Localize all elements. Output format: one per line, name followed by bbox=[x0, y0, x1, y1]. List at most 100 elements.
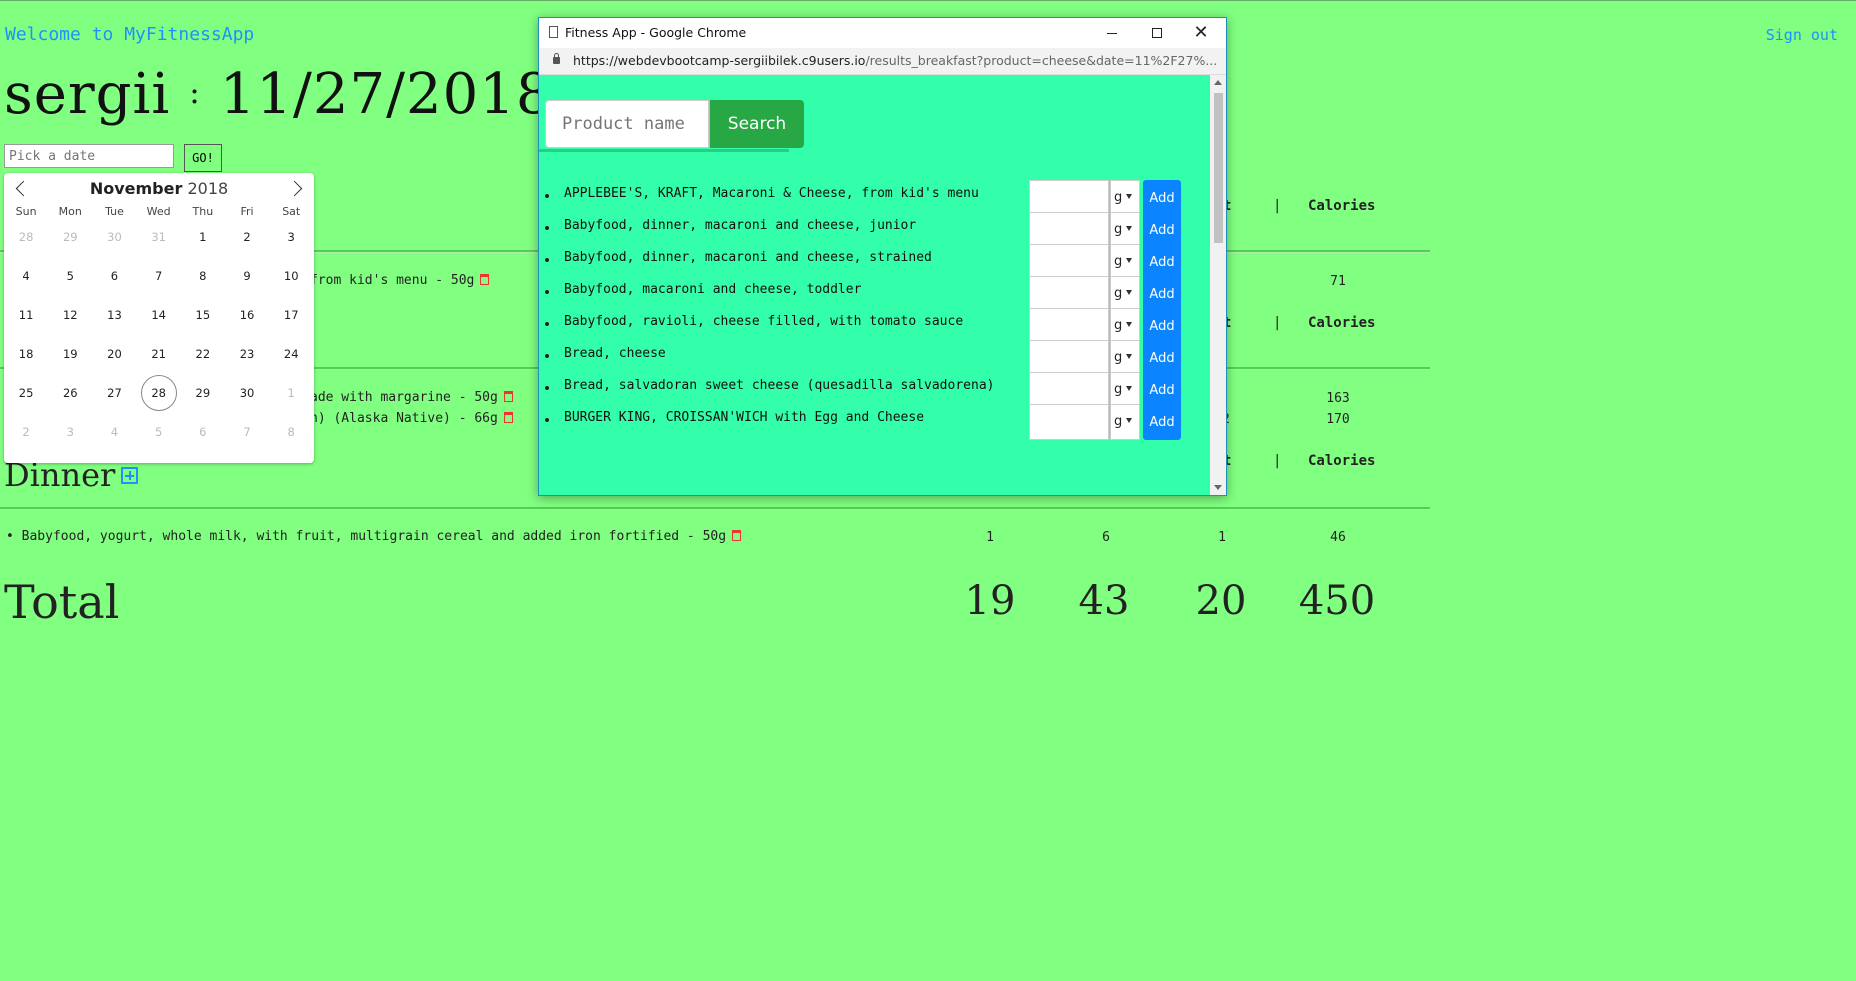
unit-select[interactable]: g bbox=[1110, 404, 1140, 440]
trash-icon[interactable] bbox=[503, 412, 513, 423]
calendar-day[interactable]: 19 bbox=[48, 335, 92, 374]
add-button[interactable]: Add bbox=[1143, 212, 1181, 248]
unit-label: g bbox=[1114, 254, 1123, 269]
unit-select[interactable]: g bbox=[1110, 372, 1140, 408]
go-button[interactable]: GO! bbox=[184, 144, 222, 172]
calendar-day[interactable]: 2 bbox=[225, 218, 269, 257]
calendar-day[interactable]: 29 bbox=[181, 374, 225, 413]
scrollbar-thumb[interactable] bbox=[1214, 93, 1223, 243]
unit-select[interactable]: g bbox=[1110, 244, 1140, 280]
quantity-input[interactable] bbox=[1029, 372, 1109, 408]
unit-select[interactable]: g bbox=[1110, 276, 1140, 312]
calendar-day[interactable]: 16 bbox=[225, 296, 269, 335]
caret-down-icon bbox=[1126, 226, 1133, 231]
calendar-day[interactable]: 23 bbox=[225, 335, 269, 374]
add-button[interactable]: Add bbox=[1143, 308, 1181, 344]
calendar-day[interactable]: 5 bbox=[48, 257, 92, 296]
add-button[interactable]: Add bbox=[1143, 404, 1181, 440]
quantity-input[interactable] bbox=[1029, 244, 1109, 280]
add-button[interactable]: Add bbox=[1143, 340, 1181, 376]
calendar-day[interactable]: 12 bbox=[48, 296, 92, 335]
calendar-day[interactable]: 15 bbox=[181, 296, 225, 335]
scroll-down-icon[interactable] bbox=[1214, 485, 1222, 490]
add-button[interactable]: Add bbox=[1143, 276, 1181, 312]
maximize-icon[interactable] bbox=[1147, 23, 1167, 43]
calendar-day[interactable]: 8 bbox=[181, 257, 225, 296]
calendar-day[interactable]: 30 bbox=[225, 374, 269, 413]
calendar-title: November 2018 bbox=[4, 179, 314, 198]
calendar-day[interactable]: 3 bbox=[269, 218, 313, 257]
quantity-input[interactable] bbox=[1029, 308, 1109, 344]
calendar-day[interactable]: 28 bbox=[137, 374, 181, 413]
calendar-grid: Sun Mon Tue Wed Thu Fri Sat 28 29 30 31 1 2 3 4 5 6 7 8 9 1… bbox=[4, 205, 314, 452]
calendar-day[interactable]: 28 bbox=[4, 218, 48, 257]
calendar-day[interactable]: 8 bbox=[269, 413, 313, 452]
date-picker-input[interactable] bbox=[4, 144, 174, 168]
calendar-day[interactable]: 17 bbox=[269, 296, 313, 335]
sign-out-link[interactable]: Sign out bbox=[1766, 26, 1838, 44]
calendar-day[interactable]: 7 bbox=[225, 413, 269, 452]
quantity-input[interactable] bbox=[1029, 276, 1109, 312]
total-label: Total bbox=[4, 575, 120, 629]
calendar-day[interactable]: 22 bbox=[181, 335, 225, 374]
calendar-day[interactable]: 24 bbox=[269, 335, 313, 374]
bullet bbox=[545, 258, 549, 262]
calendar-day[interactable]: 20 bbox=[92, 335, 136, 374]
scroll-up-icon[interactable] bbox=[1214, 80, 1222, 85]
search-button[interactable]: Search bbox=[710, 100, 804, 148]
calendar-day[interactable]: 1 bbox=[181, 218, 225, 257]
calendar-day[interactable]: 10 bbox=[269, 257, 313, 296]
calendar-day[interactable]: 11 bbox=[4, 296, 48, 335]
calendar-day[interactable]: 26 bbox=[48, 374, 92, 413]
add-food-icon[interactable] bbox=[121, 467, 139, 484]
unit-select[interactable]: g bbox=[1110, 340, 1140, 376]
trash-icon[interactable] bbox=[732, 530, 742, 541]
calendar-day[interactable]: 29 bbox=[48, 218, 92, 257]
calendar-day[interactable]: 21 bbox=[137, 335, 181, 374]
calendar-day[interactable]: 2 bbox=[4, 413, 48, 452]
calendar-day[interactable]: 4 bbox=[4, 257, 48, 296]
calendar-day[interactable]: 5 bbox=[137, 413, 181, 452]
quantity-input[interactable] bbox=[1029, 180, 1109, 216]
calendar-day[interactable]: 31 bbox=[137, 218, 181, 257]
scrollbar[interactable] bbox=[1210, 75, 1226, 495]
calendar-day[interactable]: 30 bbox=[92, 218, 136, 257]
unit-select[interactable]: g bbox=[1110, 308, 1140, 344]
quantity-input[interactable] bbox=[1029, 212, 1109, 248]
address-bar[interactable]: https://webdevbootcamp-sergiibilek.c9use… bbox=[539, 48, 1226, 75]
trash-icon[interactable] bbox=[480, 274, 490, 285]
calendar-day[interactable]: 4 bbox=[92, 413, 136, 452]
calendar-day[interactable]: 9 bbox=[225, 257, 269, 296]
unit-select[interactable]: g bbox=[1110, 212, 1140, 248]
add-button[interactable]: Add bbox=[1143, 244, 1181, 280]
close-icon[interactable]: ✕ bbox=[1191, 23, 1211, 43]
product-search-input[interactable] bbox=[545, 100, 709, 148]
caret-down-icon bbox=[1126, 290, 1133, 295]
calendar-day[interactable]: 14 bbox=[137, 296, 181, 335]
quantity-input[interactable] bbox=[1029, 340, 1109, 376]
calendar-day[interactable]: 3 bbox=[48, 413, 92, 452]
col-separator: | bbox=[1273, 315, 1282, 331]
current-date: 11/27/2018 bbox=[219, 62, 553, 127]
calendar-day[interactable]: 27 bbox=[92, 374, 136, 413]
minimize-icon[interactable] bbox=[1102, 23, 1122, 43]
welcome-link[interactable]: Welcome to MyFitnessApp bbox=[5, 24, 254, 45]
calendar-day[interactable]: 18 bbox=[4, 335, 48, 374]
calendar-day[interactable]: 6 bbox=[92, 257, 136, 296]
calendar-day[interactable]: 7 bbox=[137, 257, 181, 296]
trash-icon[interactable] bbox=[503, 391, 513, 402]
url-text[interactable]: https://webdevbootcamp-sergiibilek.c9use… bbox=[573, 53, 1217, 68]
calendar-day[interactable]: 13 bbox=[92, 296, 136, 335]
section-divider bbox=[0, 507, 1430, 510]
popup-content: Search APPLEBEE'S, KRAFT, Macaroni & Che… bbox=[539, 75, 1210, 495]
unit-select[interactable]: g bbox=[1110, 180, 1140, 216]
quantity-input[interactable] bbox=[1029, 404, 1109, 440]
add-button[interactable]: Add bbox=[1143, 180, 1181, 216]
add-button[interactable]: Add bbox=[1143, 372, 1181, 408]
calendar-day[interactable]: 6 bbox=[181, 413, 225, 452]
calendar-day[interactable]: 25 bbox=[4, 374, 48, 413]
result-name: Babyfood, dinner, macaroni and cheese, s… bbox=[564, 250, 932, 265]
calendar-day[interactable]: 1 bbox=[269, 374, 313, 413]
weekday-label: Thu bbox=[192, 205, 214, 218]
caret-down-icon bbox=[1126, 386, 1133, 391]
